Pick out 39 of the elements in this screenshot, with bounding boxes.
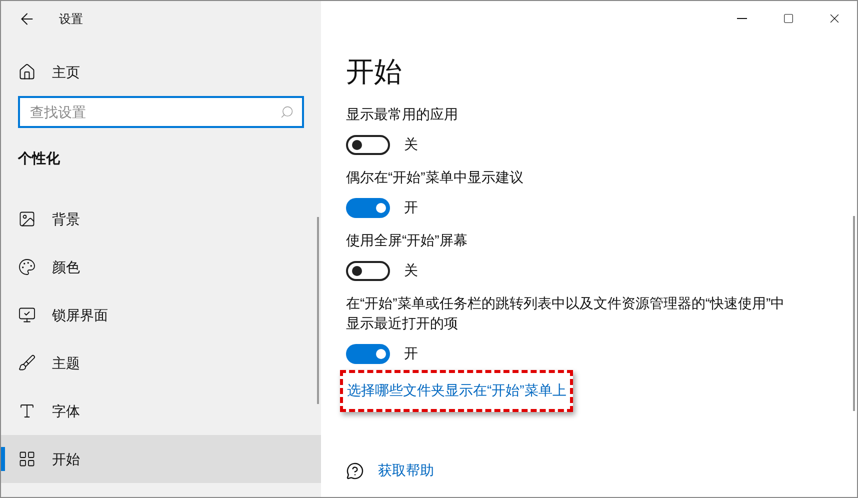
scrollbar[interactable] [853,216,855,411]
toggle-switch[interactable] [346,344,390,364]
nav-item[interactable]: 字体 [1,387,321,435]
toggle-state: 开 [404,344,418,363]
folders-link[interactable]: 选择哪些文件夹显示在“开始”菜单上 [347,382,566,398]
selection-bar [1,447,5,471]
toggle-switch[interactable] [346,134,390,154]
nav-item[interactable]: 开始 [1,435,321,483]
toggle-switch[interactable] [346,198,390,218]
window-title: 设置 [59,10,83,28]
setting-label: 偶尔在“开始”菜单中显示建议 [346,168,524,187]
search-icon[interactable] [280,105,294,119]
palette-icon [18,258,36,276]
grid-icon [18,450,36,468]
setting-label: 在“开始”菜单或任务栏的跳转列表中以及文件资源管理器的“快速使用”中显示最近打开的项 [346,294,786,333]
monitor-icon [18,306,36,324]
nav-item[interactable]: 锁屏界面 [1,291,321,339]
scrollbar[interactable] [317,217,319,404]
toggle-switch[interactable] [346,260,390,280]
brush-icon [18,354,36,372]
nav-item[interactable]: 背景 [1,195,321,243]
nav-item[interactable]: 颜色 [1,243,321,291]
type-icon [18,402,36,420]
section-heading: 个性化 [18,149,60,168]
home-icon [18,63,36,81]
home-nav-item[interactable]: 主页 [1,48,321,96]
toggle-state: 关 [404,261,418,280]
toggle-state: 关 [404,135,418,154]
toggle-state: 开 [404,198,418,217]
page-title: 开始 [346,55,402,89]
maximize-icon [782,13,794,24]
picture-icon [18,210,36,228]
help-icon [346,462,364,480]
help-link[interactable]: 获取帮助 [378,460,434,481]
search-field[interactable]: 查找设置 [18,96,304,128]
setting-label: 显示最常用的应用 [346,105,459,124]
minimize-icon [737,18,747,19]
nav-item[interactable]: 主题 [1,339,321,387]
setting-label: 使用全屏“开始”屏幕 [346,231,468,250]
